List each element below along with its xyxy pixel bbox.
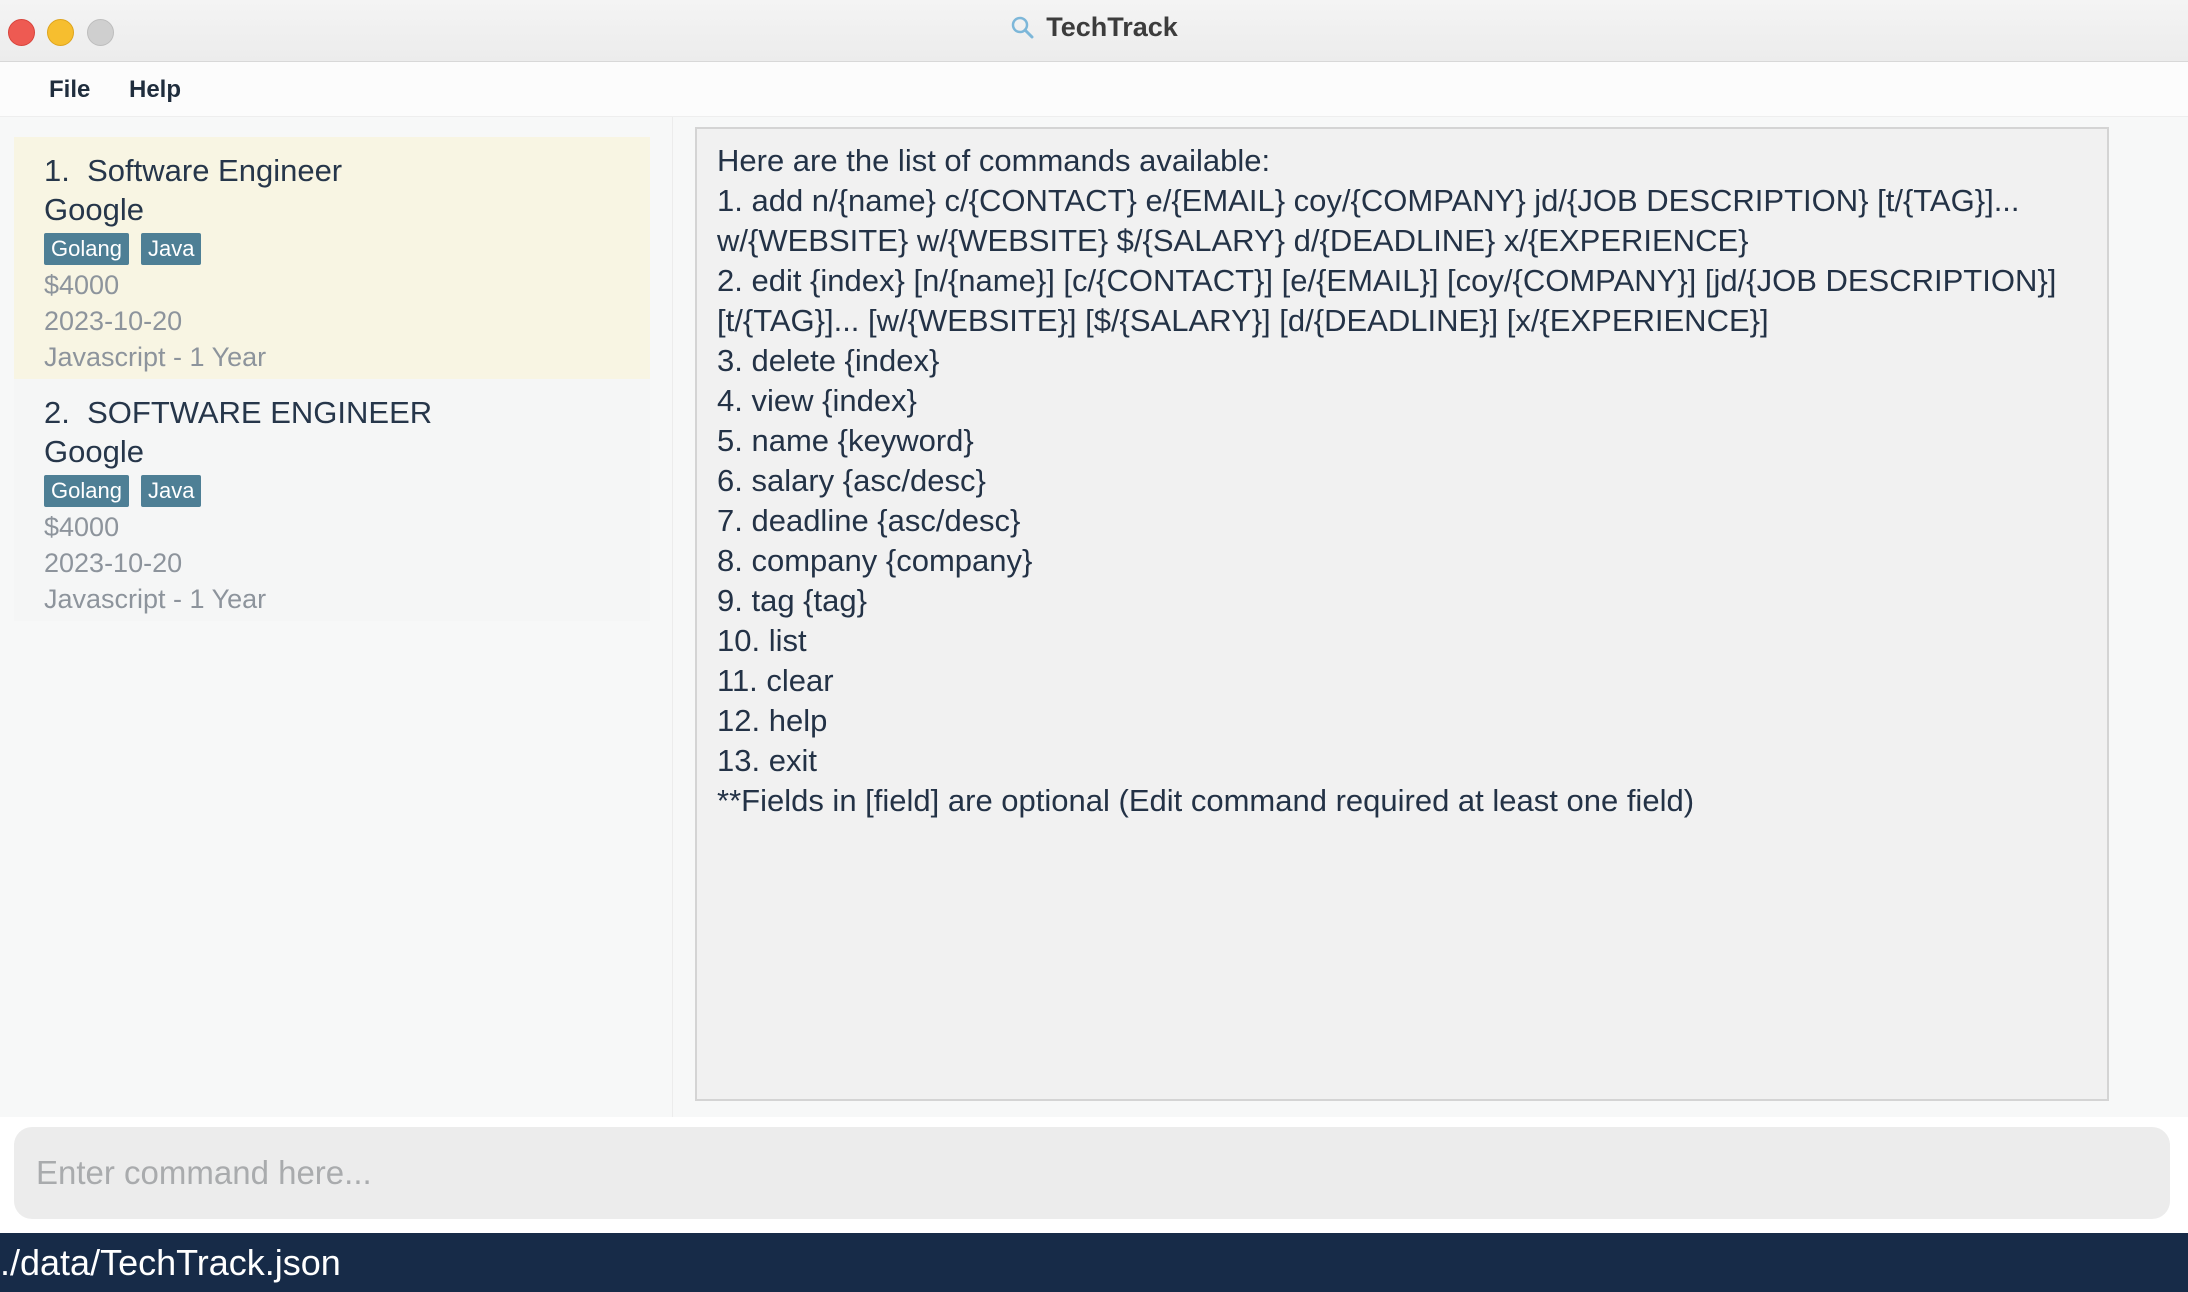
menu-help[interactable]: Help xyxy=(129,76,181,104)
job-card-title: 2. SOFTWARE ENGINEER xyxy=(44,394,620,432)
job-card-salary: $4000 xyxy=(44,270,120,300)
command-input[interactable] xyxy=(14,1127,2170,1219)
status-bar: ./data/TechTrack.json xyxy=(0,1233,2188,1292)
result-panel: Here are the list of commands available:… xyxy=(673,117,2188,1117)
job-card-salary: $4000 xyxy=(44,512,120,542)
job-card-index: 2. xyxy=(44,395,70,430)
job-card-company: Google xyxy=(44,434,144,469)
job-card-company: Google xyxy=(44,192,144,227)
tag-badge: Golang xyxy=(44,475,129,507)
job-list-panel: 1. Software Engineer Google Golang Java $… xyxy=(0,117,673,1117)
window-title-area: TechTrack xyxy=(0,12,2188,43)
job-card-experience: Javascript - 1 Year xyxy=(44,342,267,372)
tag-badge: Java xyxy=(140,233,202,265)
tag-badge: Java xyxy=(140,475,202,507)
job-card-title: 1. Software Engineer xyxy=(44,152,620,190)
window-title: TechTrack xyxy=(1046,12,1178,42)
command-area xyxy=(0,1117,2188,1233)
job-card-position: SOFTWARE ENGINEER xyxy=(87,395,433,430)
status-file-path: ./data/TechTrack.json xyxy=(0,1242,341,1283)
job-card-tags: Golang Java xyxy=(44,475,620,509)
job-card-experience: Javascript - 1 Year xyxy=(44,584,267,614)
menu-file[interactable]: File xyxy=(49,76,90,104)
menu-bar: File Help xyxy=(0,62,2188,117)
job-card-index: 1. xyxy=(44,153,70,188)
result-display[interactable]: Here are the list of commands available:… xyxy=(695,127,2109,1101)
job-card-2[interactable]: 2. SOFTWARE ENGINEER Google Golang Java $… xyxy=(14,379,650,621)
title-bar: TechTrack xyxy=(0,0,2188,62)
job-card-deadline: 2023-10-20 xyxy=(44,306,183,336)
job-card-1[interactable]: 1. Software Engineer Google Golang Java $… xyxy=(14,137,650,379)
job-card-tags: Golang Java xyxy=(44,233,620,267)
job-card-deadline: 2023-10-20 xyxy=(44,548,183,578)
search-icon xyxy=(1011,16,1034,39)
job-card-position: Software Engineer xyxy=(87,153,343,188)
tag-badge: Golang xyxy=(44,233,129,265)
